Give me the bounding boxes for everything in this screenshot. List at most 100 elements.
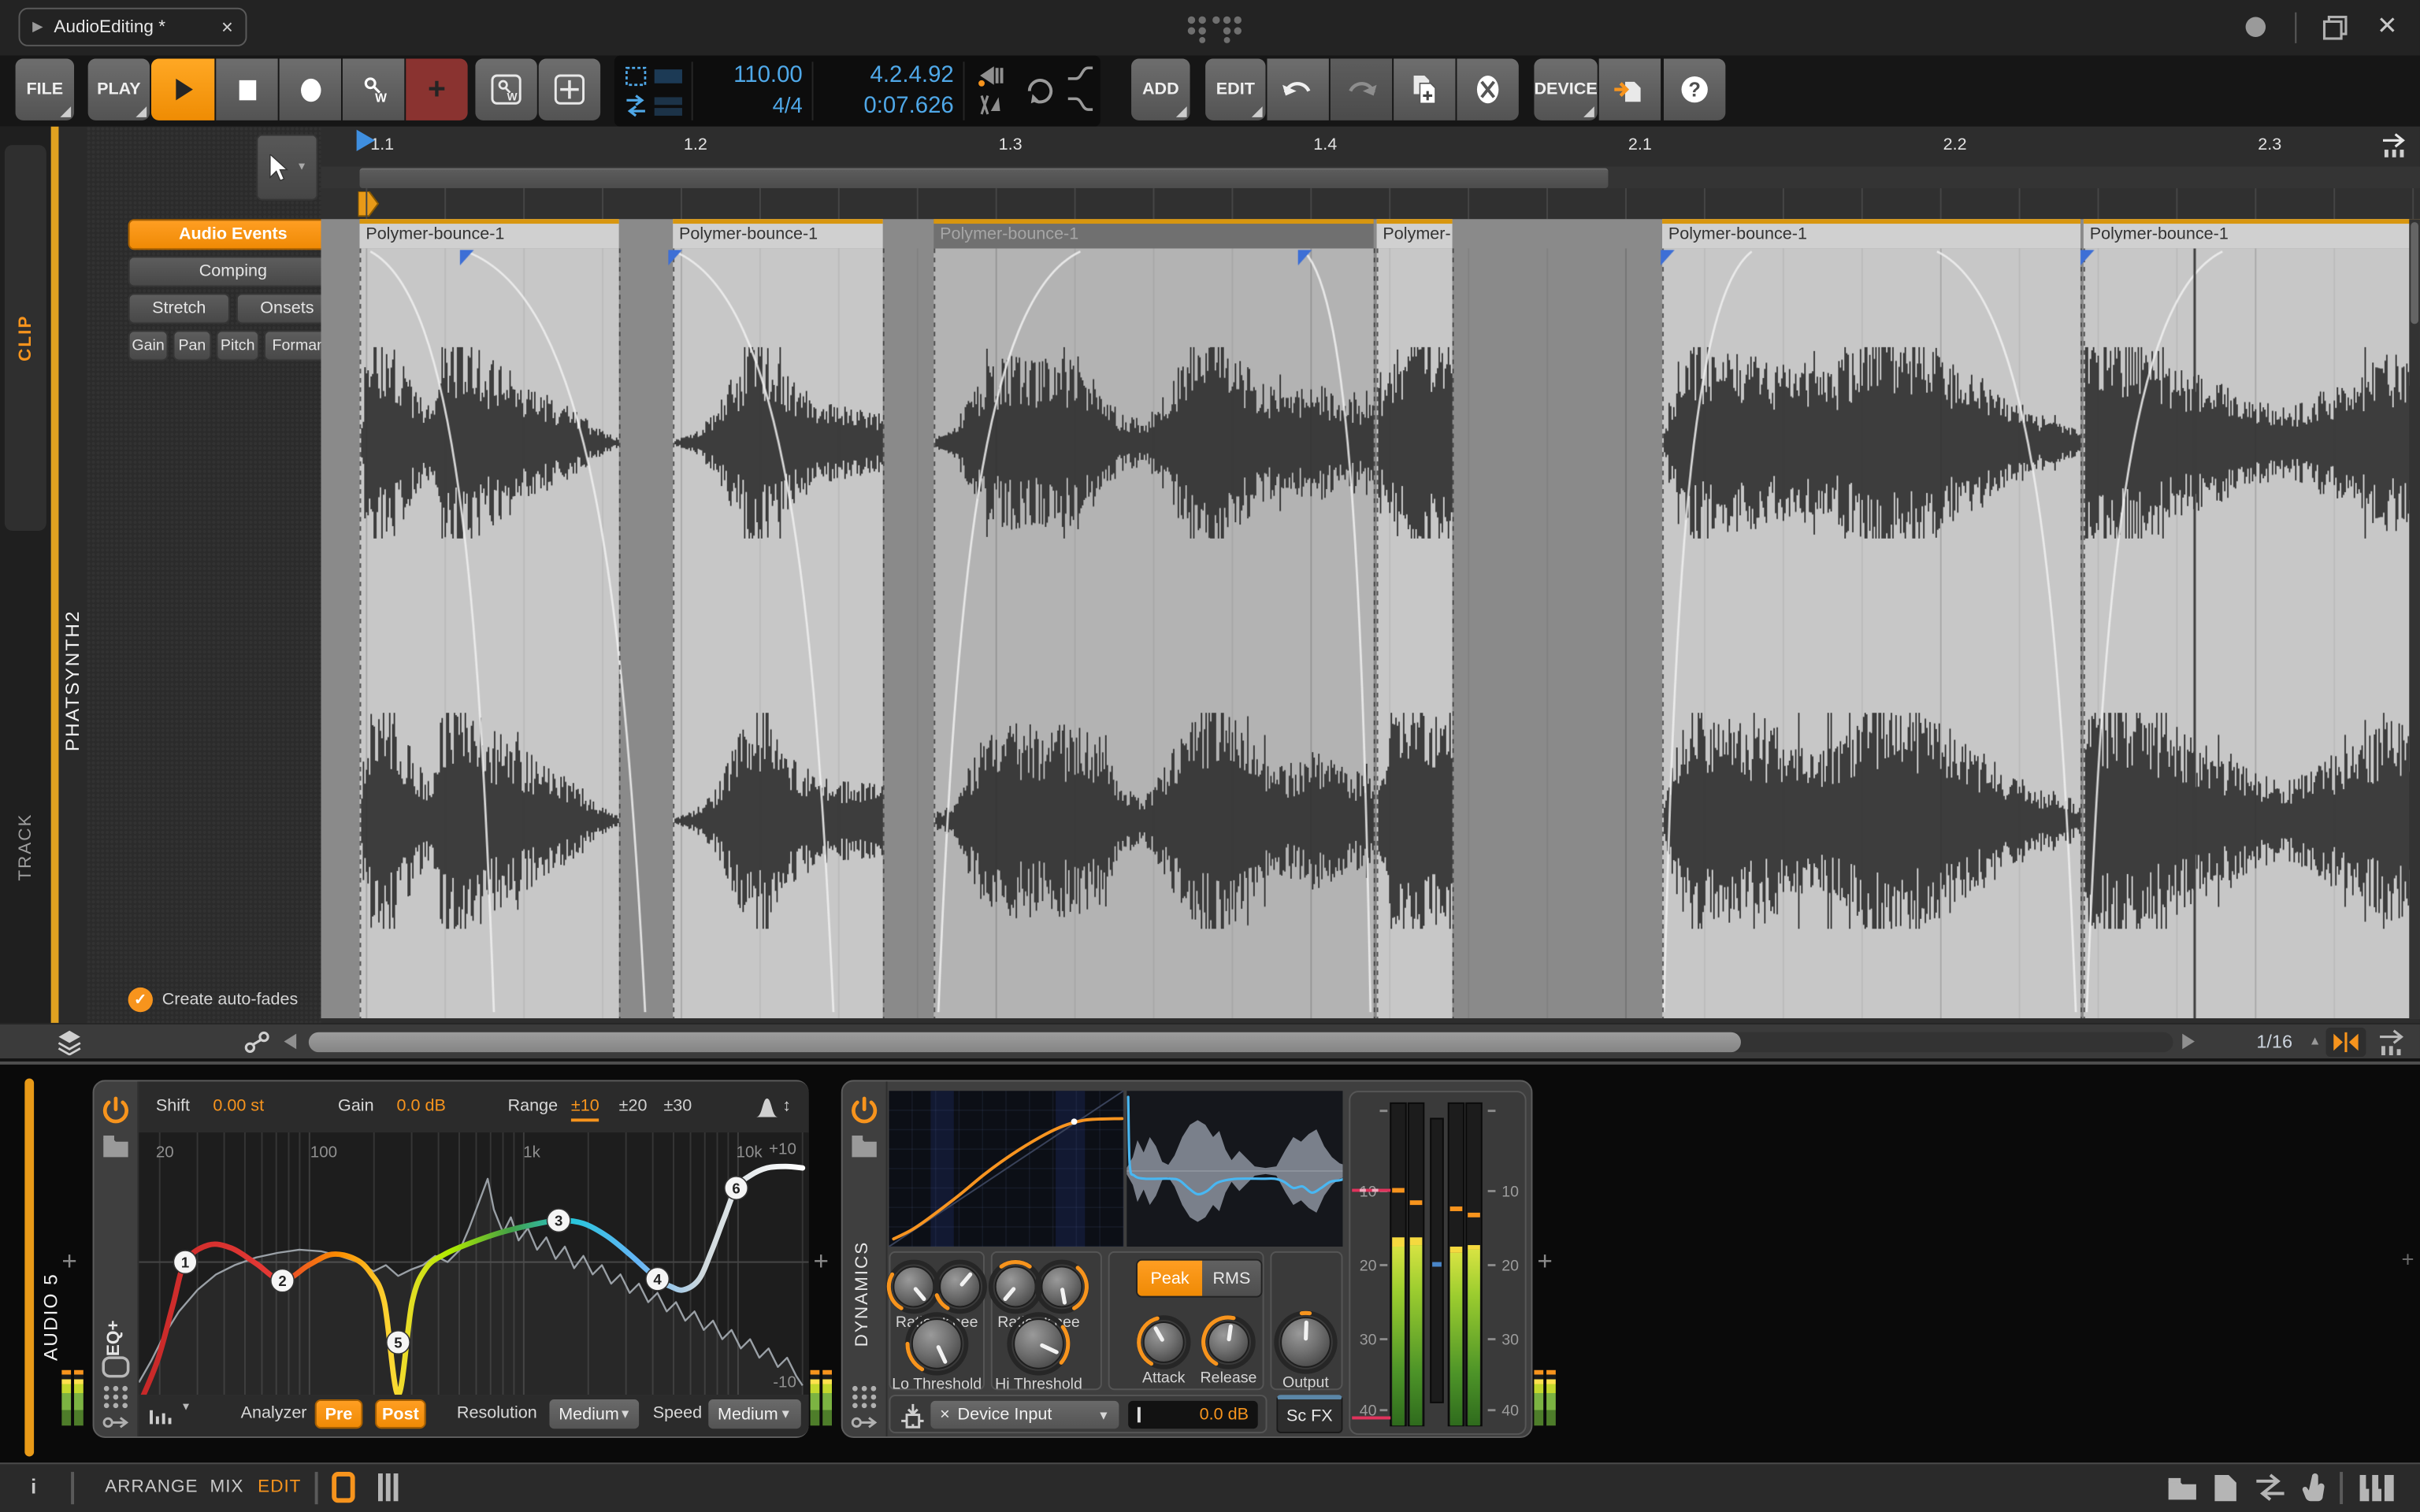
clip-header[interactable]: Polymer-bounce-1	[2084, 219, 2420, 248]
dynamics-remote-controls-icon[interactable]	[849, 1384, 880, 1414]
rms-option[interactable]: RMS	[1202, 1261, 1260, 1296]
overdub-button[interactable]: W	[343, 58, 404, 120]
hi-threshold-knob[interactable]	[1004, 1310, 1072, 1377]
beat-ruler[interactable]	[321, 188, 2420, 219]
play-menu-button[interactable]: PLAY	[88, 58, 150, 120]
input-gain-field[interactable]: 0.0 dB	[1128, 1401, 1258, 1429]
stop-button[interactable]	[216, 58, 277, 120]
punch-out-icon[interactable]	[972, 93, 1006, 117]
eq-range-20[interactable]: ±20	[619, 1097, 648, 1116]
eq-range-10[interactable]: ±10	[571, 1097, 599, 1121]
position-display[interactable]: 4.2.4.92	[818, 61, 953, 87]
eq-bell-icon[interactable]	[755, 1095, 779, 1118]
undo-button[interactable]	[1267, 58, 1328, 120]
arranger-track-name[interactable]: PHATSYNTH2	[61, 458, 83, 751]
automation-touch-icon[interactable]	[1065, 93, 1096, 117]
add-track-device-button[interactable]: +	[61, 1247, 76, 1277]
automation-write-button[interactable]: W	[475, 58, 536, 120]
auto-fades-checkbox[interactable]: ✓	[128, 988, 153, 1012]
dynamics-preset-folder-icon[interactable]	[849, 1132, 880, 1163]
input-gain-value[interactable]: 0.0 dB	[1200, 1406, 1249, 1425]
add-menu-button[interactable]: ADD	[1131, 58, 1190, 120]
clip-header[interactable]: Polymer-bounce-1	[673, 219, 882, 248]
eq-range-30[interactable]: ±30	[663, 1097, 692, 1116]
eq-device-title[interactable]: EQ+	[105, 1264, 124, 1357]
eq-speed-dropdown[interactable]: Medium▼	[708, 1399, 801, 1429]
file-menu-button[interactable]: FILE	[16, 58, 74, 120]
eq-node-6[interactable]: 6	[725, 1177, 748, 1199]
playhead-marker[interactable]	[357, 130, 378, 154]
window-restore-button[interactable]	[2323, 16, 2348, 40]
eq-routing-icon[interactable]	[100, 1412, 131, 1443]
automation-follow-icon[interactable]	[1065, 61, 1096, 86]
add-device-end-button[interactable]: +	[1537, 1247, 1552, 1277]
touch-mode-icon[interactable]	[2299, 1472, 2330, 1503]
dynamics-routing-icon[interactable]	[849, 1412, 880, 1443]
knee-knob[interactable]	[930, 1258, 989, 1316]
record-add-button[interactable]: +	[406, 58, 467, 120]
info-icon[interactable]: i	[31, 1475, 36, 1498]
eq-graph[interactable]: 123456201001k10k+10-10	[139, 1132, 808, 1395]
eq-analyzer-pre-button[interactable]: Pre	[315, 1399, 363, 1429]
snap-toggle-button[interactable]	[2325, 1028, 2366, 1057]
eq-analyzer-dropdown-icon[interactable]: ▼	[180, 1403, 191, 1414]
insert-device-button[interactable]	[1599, 58, 1661, 120]
cursor-tool-button[interactable]: ▼	[256, 134, 317, 200]
hi-threshold-marker[interactable]	[1352, 1417, 1390, 1420]
peak-rms-toggle[interactable]: Peak RMS	[1136, 1259, 1263, 1298]
device-chain-end-plus[interactable]: +	[2401, 1247, 2414, 1271]
eq-analyzer-post-button[interactable]: Post	[375, 1399, 426, 1429]
insert-device-between-button[interactable]: +	[813, 1247, 828, 1277]
eq-node-3[interactable]: 3	[547, 1209, 570, 1232]
loop-start-marker[interactable]	[358, 191, 380, 217]
arranger-vscrollbar[interactable]	[2409, 219, 2420, 1018]
punch-in-icon[interactable]	[972, 63, 1006, 87]
eq-analyzer-mode-icon[interactable]	[150, 1404, 177, 1425]
attack-knob[interactable]	[1134, 1313, 1193, 1371]
pan-button[interactable]: Pan	[173, 330, 211, 361]
eq-preset-folder-icon[interactable]	[100, 1132, 131, 1163]
scroll-left-button[interactable]	[284, 1034, 296, 1050]
scfx-button[interactable]: Sc FX	[1276, 1395, 1342, 1433]
inspector-panel-icon[interactable]	[2213, 1473, 2237, 1503]
eq-node-5[interactable]: 5	[387, 1331, 410, 1354]
arranger-vscrollbar-thumb[interactable]	[2411, 222, 2418, 324]
clip-header[interactable]: Polymer-bounce-1	[359, 219, 618, 248]
arranger-waveform-canvas[interactable]	[321, 219, 2420, 1018]
automation-add-button[interactable]	[539, 58, 600, 120]
eq-shift-value[interactable]: 0.00 st	[213, 1097, 264, 1116]
record-button[interactable]	[280, 58, 341, 120]
clip-header[interactable]: Polymer-bounce-1	[933, 219, 1373, 248]
time-signature-display[interactable]: 4/4	[700, 93, 802, 117]
duplicate-button[interactable]	[1394, 58, 1455, 120]
loop-icon[interactable]	[1019, 74, 1062, 108]
view-mix[interactable]: MIX	[210, 1478, 243, 1497]
single-panel-layout-button[interactable]	[332, 1472, 354, 1503]
browser-panel-icon[interactable]	[2167, 1475, 2198, 1501]
time-display[interactable]: 0:07.626	[818, 93, 953, 119]
audio-events-button[interactable]: Audio Events	[128, 219, 338, 250]
tab-clip[interactable]: CLIP	[5, 145, 46, 531]
timeline-ruler[interactable]: 1.11.21.31.42.12.22.3	[321, 127, 2420, 167]
edit-menu-button[interactable]: EDIT	[1205, 58, 1265, 120]
eq-power-button[interactable]	[100, 1095, 131, 1126]
sidechain-clear-icon[interactable]: ×	[940, 1406, 950, 1425]
eq-gain-value[interactable]: 0.0 dB	[397, 1097, 446, 1116]
hscrollbar-track[interactable]	[309, 1032, 2173, 1052]
project-tab[interactable]: ▶ AudioEditing * ×	[19, 8, 247, 46]
dynamics-power-button[interactable]	[849, 1095, 880, 1126]
dynamics-transfer-graph[interactable]	[889, 1091, 1123, 1247]
release-knob[interactable]	[1199, 1313, 1257, 1371]
view-edit[interactable]: EDIT	[258, 1478, 301, 1497]
layers-icon[interactable]	[56, 1029, 84, 1055]
io-panel-icon[interactable]	[2253, 1473, 2287, 1501]
comping-button[interactable]: Comping	[128, 256, 338, 287]
zoom-scrollbar[interactable]	[321, 167, 2420, 188]
eq-node-1[interactable]: 1	[173, 1251, 196, 1273]
eq-node-4[interactable]: 4	[646, 1267, 669, 1290]
scroll-right-button[interactable]	[2182, 1034, 2195, 1050]
clip-header[interactable]: Polymer-bounce-1	[1662, 219, 2080, 248]
eq-updown-icon[interactable]: ↕	[782, 1097, 791, 1116]
link-icon[interactable]	[244, 1031, 272, 1054]
gain-button[interactable]: Gain	[128, 330, 169, 361]
